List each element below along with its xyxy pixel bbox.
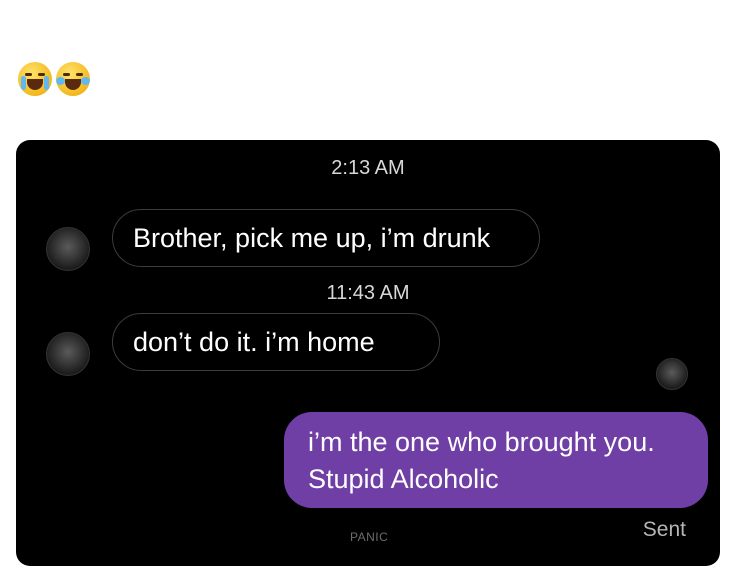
message-text-line: Stupid Alcoholic xyxy=(308,464,499,494)
read-receipt-avatar xyxy=(656,358,688,390)
tears-of-joy-face-icon xyxy=(56,62,90,96)
contact-avatar[interactable] xyxy=(46,227,90,271)
incoming-message[interactable]: don’t do it. i’m home xyxy=(112,313,440,371)
contact-avatar[interactable] xyxy=(46,332,90,376)
outgoing-message[interactable]: i’m the one who brought you. Stupid Alco… xyxy=(284,412,708,508)
message-text-line: i’m the one who brought you. xyxy=(308,427,655,457)
watermark: PANIC xyxy=(350,530,389,544)
message-text: don’t do it. i’m home xyxy=(133,326,375,357)
loudly-crying-face-icon xyxy=(18,62,52,96)
message-status: Sent xyxy=(642,518,686,541)
timestamp: 11:43 AM xyxy=(326,282,410,304)
timestamp: 2:13 AM xyxy=(331,157,405,179)
chat-screenshot: 2:13 AM Brother, pick me up, i’m drunk 1… xyxy=(16,140,720,566)
message-text: Brother, pick me up, i’m drunk xyxy=(133,222,491,253)
emoji-reactions xyxy=(18,62,90,96)
incoming-message[interactable]: Brother, pick me up, i’m drunk xyxy=(112,209,540,267)
